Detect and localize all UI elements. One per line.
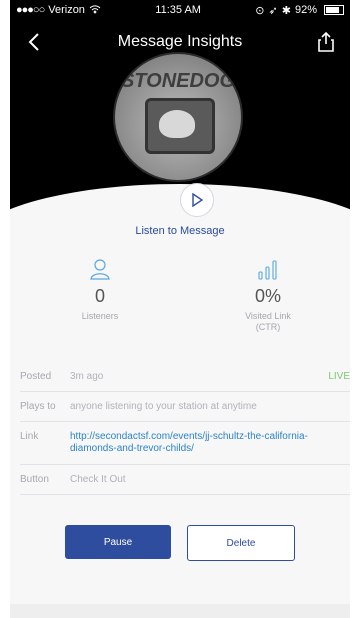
status-bar: ●●●○○ Verizon 11:35 AM ⊙ ➶ ✱ 92% bbox=[10, 0, 350, 20]
stat-listeners: 0 Listeners bbox=[30, 250, 170, 322]
delete-button[interactable]: Delete bbox=[187, 525, 295, 561]
ctr-label: Visited Link (CTR) bbox=[198, 311, 338, 333]
posted-label: Posted bbox=[20, 371, 52, 382]
link-url[interactable]: http://secondactsf.com/events/jj-schultz… bbox=[70, 431, 350, 455]
stat-ctr: 0% Visited Link (CTR) bbox=[198, 250, 338, 333]
detail-row-posted: Posted 3m ago LIVE bbox=[20, 362, 350, 392]
user-icon bbox=[30, 250, 170, 280]
stats-section: 0 Listeners 0% Visited Link (CTR) bbox=[10, 250, 350, 350]
listeners-count: 0 bbox=[94, 286, 105, 306]
play-button[interactable] bbox=[180, 183, 214, 217]
page-title: Message Insights bbox=[117, 33, 243, 50]
listen-to-message-link[interactable]: Listen to Message bbox=[10, 225, 350, 237]
pause-button[interactable]: Pause bbox=[65, 525, 171, 559]
wifi-icon bbox=[89, 4, 101, 17]
ctr-value: 0% bbox=[254, 286, 281, 306]
ctr-label-line2: (CTR) bbox=[255, 322, 281, 332]
listeners-label: Listeners bbox=[81, 311, 119, 321]
posted-value: 3m ago bbox=[70, 371, 104, 382]
bottom-shade bbox=[10, 604, 350, 618]
plays-to-label: Plays to bbox=[20, 401, 56, 412]
status-right: ⊙ ➶ ✱ 92% bbox=[255, 4, 344, 17]
back-button[interactable] bbox=[16, 26, 52, 58]
hero-header: ●●●○○ Verizon 11:35 AM ⊙ ➶ ✱ 92% Message… bbox=[10, 0, 350, 364]
battery-icon bbox=[323, 5, 344, 15]
signal-icon: ●●●○○ bbox=[16, 4, 45, 16]
live-badge: LIVE bbox=[328, 371, 350, 382]
bar-chart-icon bbox=[198, 250, 338, 280]
detail-row-link: Link http://secondactsf.com/events/jj-sc… bbox=[20, 422, 350, 465]
link-label: Link bbox=[20, 431, 39, 442]
button-value: Check It Out bbox=[70, 474, 126, 485]
ctr-label-line1: Visited Link bbox=[245, 311, 291, 321]
share-button[interactable] bbox=[308, 26, 344, 58]
avatar-logo-art: STONEDOG bbox=[120, 70, 236, 92]
status-left: ●●●○○ Verizon bbox=[16, 4, 101, 17]
alarm-icon: ⊙ bbox=[255, 4, 265, 17]
station-avatar: STONEDOG bbox=[113, 52, 243, 182]
bluetooth-icon: ✱ bbox=[281, 4, 291, 17]
details-list: Posted 3m ago LIVE Plays to anyone liste… bbox=[20, 362, 350, 495]
plays-to-value: anyone listening to your station at anyt… bbox=[70, 401, 257, 412]
carrier-name: Verizon bbox=[48, 4, 85, 16]
share-icon bbox=[318, 32, 334, 52]
location-icon: ➶ bbox=[268, 4, 278, 17]
detail-row-button: Button Check It Out bbox=[20, 465, 350, 495]
chevron-left-icon bbox=[28, 33, 39, 51]
phone-screen: ●●●○○ Verizon 11:35 AM ⊙ ➶ ✱ 92% Message… bbox=[10, 0, 350, 618]
avatar-art-face bbox=[159, 110, 195, 138]
action-buttons: Pause Delete bbox=[10, 525, 350, 561]
battery-percent: 92% bbox=[294, 4, 317, 16]
detail-row-plays-to: Plays to anyone listening to your statio… bbox=[20, 392, 350, 422]
play-icon bbox=[192, 193, 203, 207]
status-time: 11:35 AM bbox=[155, 4, 201, 16]
button-label: Button bbox=[20, 474, 49, 485]
